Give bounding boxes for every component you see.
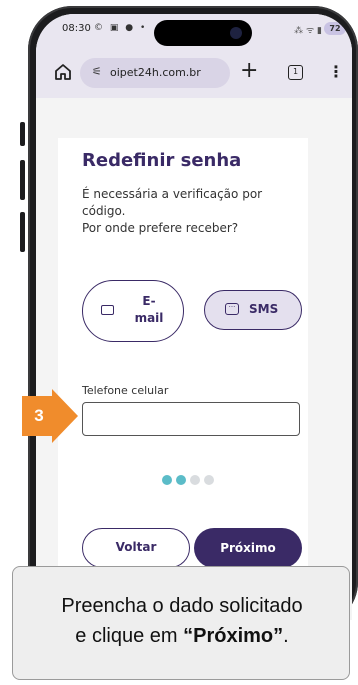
caption-text: Preencha o dado solicitado e clique em “…	[13, 591, 351, 651]
status-time: 08:30	[62, 23, 91, 34]
sms-option-label: SMS	[249, 302, 279, 316]
caption-prefix: e clique em	[75, 625, 184, 647]
progress-dot	[162, 475, 172, 485]
mail-icon	[101, 305, 114, 315]
sms-option-button[interactable]: ··· SMS	[204, 290, 302, 330]
battery-icon: 72	[324, 22, 346, 35]
phone-field-label: Telefone celular	[82, 384, 169, 397]
caption-suffix: .	[283, 625, 289, 647]
next-button[interactable]: Próximo	[194, 528, 302, 568]
progress-dot	[204, 475, 214, 485]
phone-side-button	[20, 122, 25, 146]
subtitle-line: código.	[82, 204, 126, 218]
email-label-line: E-	[142, 294, 156, 308]
progress-dot	[176, 475, 186, 485]
step-number-badge: 3	[22, 396, 56, 436]
step-arrow-icon	[52, 389, 78, 443]
phone-input[interactable]	[82, 402, 300, 436]
notification-icons: © ▣ ● •	[94, 23, 148, 33]
back-button[interactable]: Voltar	[82, 528, 190, 568]
email-label-line: mail	[134, 311, 164, 325]
menu-icon[interactable]: ⋮	[328, 62, 344, 81]
email-option-label: E- mail	[129, 293, 169, 327]
instruction-caption: Preencha o dado solicitado e clique em “…	[12, 566, 350, 680]
new-tab-button[interactable]: +	[240, 58, 258, 83]
page-subtitle: É necessária a verificação por código. P…	[82, 186, 282, 237]
home-icon[interactable]	[54, 63, 72, 81]
progress-dot	[190, 475, 200, 485]
signal-icons: ⁂ ᯤ ▮	[294, 26, 322, 36]
subtitle-line: É necessária a verificação por	[82, 187, 263, 201]
form-container: Redefinir senha É necessária a verificaç…	[36, 98, 352, 620]
caption-bold: “Próximo”	[183, 625, 284, 647]
address-bar[interactable]: ⚟ oipet24h.com.br	[80, 58, 230, 88]
phone-side-button	[20, 212, 25, 252]
sms-icon: ···	[225, 303, 239, 315]
tabs-count-button[interactable]: 1	[288, 65, 303, 80]
phone-side-button	[20, 160, 25, 200]
caption-line: e clique em “Próximo”.	[13, 621, 351, 651]
subtitle-line: Por onde prefere receber?	[82, 221, 239, 235]
email-option-button[interactable]: E- mail	[82, 280, 184, 342]
camera-notch	[154, 20, 252, 46]
page-title: Redefinir senha	[82, 150, 242, 171]
camera-icon	[230, 27, 242, 39]
browser-toolbar: ⚟ oipet24h.com.br + 1 ⋮	[36, 46, 352, 98]
caption-line: Preencha o dado solicitado	[61, 595, 303, 617]
url-text: oipet24h.com.br	[110, 66, 201, 79]
site-settings-icon[interactable]: ⚟	[92, 65, 102, 78]
